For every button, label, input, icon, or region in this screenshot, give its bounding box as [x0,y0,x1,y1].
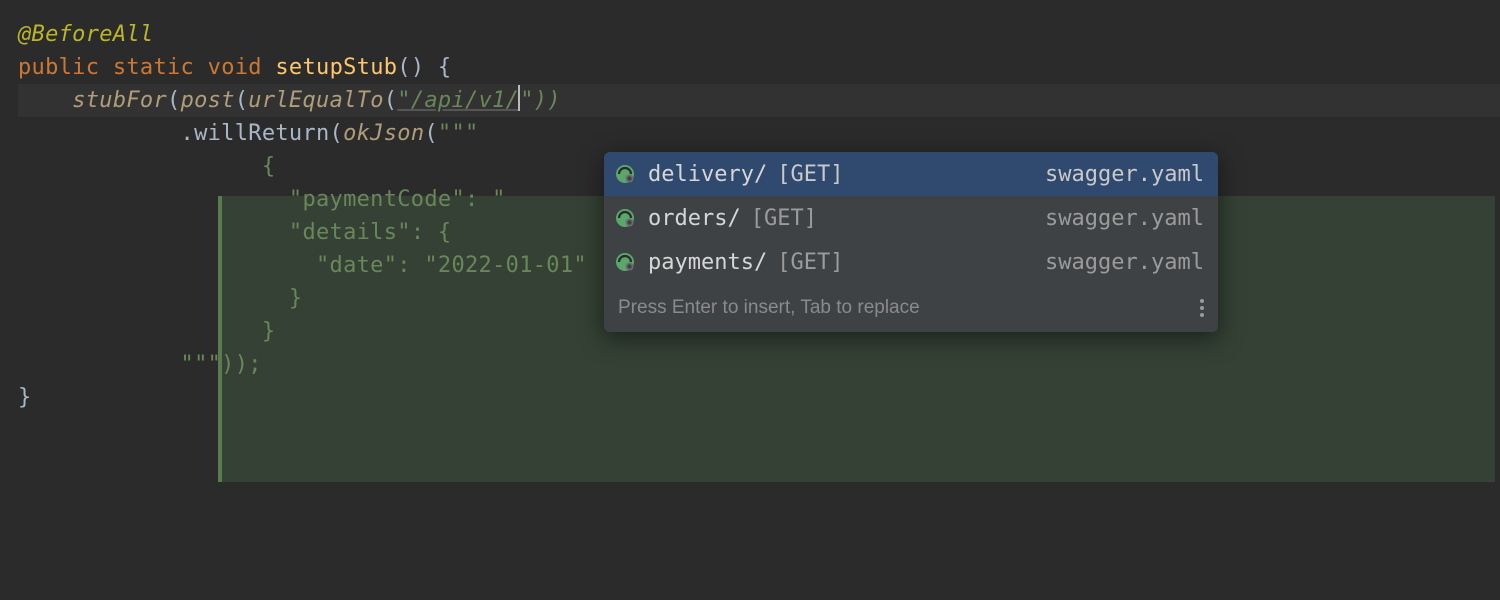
completion-item-name: delivery/ [648,162,767,187]
json-key-paymentCode: "paymentCode" [289,187,465,212]
kw-static: static [113,55,194,80]
call-urlEqualTo: urlEqualTo [248,88,383,113]
completion-item-method: [GET] [751,206,817,231]
annotation: @BeforeAll [18,22,153,47]
method-declaration: setupStub [275,55,397,80]
completion-footer: Press Enter to insert, Tab to replace [604,284,1218,332]
json-key-details: "details" [289,220,411,245]
completion-item[interactable]: payments/ [GET] swagger.yaml [604,240,1218,284]
completion-item-name: payments/ [648,250,767,275]
completion-item-name: orders/ [648,206,741,231]
completion-item-method: [GET] [777,162,843,187]
completion-item[interactable]: delivery/ [GET] swagger.yaml [604,152,1218,196]
completion-item[interactable]: orders/ [GET] swagger.yaml [604,196,1218,240]
json-key-date: "date" [316,253,397,278]
json-brace-close-inner: } [289,286,303,311]
active-line[interactable]: stubFor(post(urlEqualTo("/api/v1/")) [18,84,1500,117]
call-stubFor: stubFor [72,88,167,113]
completion-item-source: swagger.yaml [1045,162,1204,187]
call-willReturn: .willReturn [181,121,330,146]
kw-public: public [18,55,99,80]
triple-quote-open: """ [438,121,479,146]
kw-void: void [208,55,262,80]
json-val-date: "2022-01-01" [424,253,587,278]
completion-item-source: swagger.yaml [1045,250,1204,275]
url-close: ")) [520,88,561,113]
json-val-paymentCode: " [492,187,506,212]
call-okJson: okJson [343,121,424,146]
endpoint-icon [614,251,636,273]
completion-hint: Press Enter to insert, Tab to replace [618,297,920,319]
endpoint-icon [614,163,636,185]
completion-item-method: [GET] [777,250,843,275]
method-close-brace: } [18,385,32,410]
json-brace-open: { [262,154,276,179]
call-post: post [181,88,235,113]
kebab-menu-icon[interactable] [1200,299,1204,317]
triple-quote-close: """)); [181,352,262,377]
json-brace-close-outer: } [262,319,276,344]
completion-item-source: swagger.yaml [1045,206,1204,231]
url-string-literal: "/api/v1/ [397,88,519,113]
completion-popup[interactable]: delivery/ [GET] swagger.yaml orders/ [GET] sw… [604,152,1218,332]
endpoint-icon [614,207,636,229]
